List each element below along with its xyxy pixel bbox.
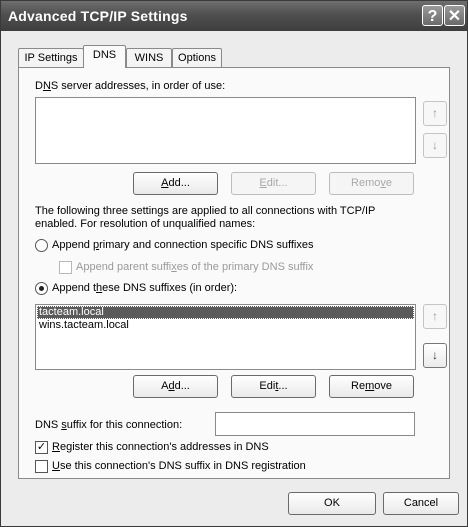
help-button[interactable]: ?	[422, 5, 443, 26]
arrow-down-icon: ↓	[432, 348, 438, 362]
title-bar: Advanced TCP/IP Settings ? ✕	[1, 1, 467, 31]
cancel-button[interactable]: Cancel	[383, 492, 459, 515]
tab-ip-settings[interactable]: IP Settings	[18, 48, 84, 67]
checkbox-use-suffix-label: Use this connection's DNS suffix in DNS …	[52, 460, 306, 472]
tab-label: WINS	[134, 52, 164, 64]
checkbox-register-label: Register this connection's addresses in …	[52, 441, 269, 453]
tab-dns[interactable]: DNS	[83, 45, 126, 68]
checkbox-append-parent-suffixes[interactable]	[59, 261, 72, 274]
dns-server-down-button[interactable]: ↓	[423, 133, 447, 158]
help-icon: ?	[427, 8, 438, 25]
dns-add-button[interactable]: Add...	[133, 172, 218, 195]
arrow-down-icon: ↓	[432, 138, 438, 152]
close-button[interactable]: ✕	[444, 5, 465, 26]
info-text-line-2: enabled. For resolution of unqualified n…	[35, 218, 256, 230]
radio-selected-dot	[39, 286, 44, 291]
dialog-window: Advanced TCP/IP Settings ? ✕ IP Settings…	[0, 0, 468, 527]
dns-suffix-connection-label: DNS suffix for this connection:	[35, 419, 183, 431]
radio-append-these-label: Append these DNS suffixes (in order):	[52, 282, 238, 294]
tab-label: IP Settings	[24, 52, 78, 64]
tab-label: Options	[178, 52, 216, 64]
window-title: Advanced TCP/IP Settings	[8, 8, 188, 24]
checkmark-icon: ✓	[36, 441, 47, 453]
dns-tab-panel: DNS server addresses, in order of use: ↑…	[18, 67, 450, 479]
close-icon: ✕	[447, 8, 462, 25]
dns-remove-button[interactable]: Remove	[329, 172, 414, 195]
radio-append-primary[interactable]	[35, 239, 48, 252]
dns-servers-list[interactable]	[35, 97, 416, 164]
checkbox-append-parent-label: Append parent suffixes of the primary DN…	[76, 261, 314, 273]
suffix-edit-button[interactable]: Edit...	[231, 375, 316, 398]
tab-label: DNS	[92, 49, 117, 61]
list-item[interactable]: wins.tacteam.local	[37, 319, 414, 332]
suffix-down-button[interactable]: ↓	[423, 343, 447, 368]
suffix-remove-button[interactable]: Remove	[329, 375, 414, 398]
tab-wins[interactable]: WINS	[126, 48, 172, 67]
info-text-line-1: The following three settings are applied…	[35, 205, 376, 217]
tab-options[interactable]: Options	[172, 48, 222, 67]
suffix-up-button[interactable]: ↑	[423, 304, 447, 329]
checkbox-register-addresses[interactable]: ✓	[35, 441, 48, 454]
suffix-add-button[interactable]: Add...	[133, 375, 218, 398]
arrow-up-icon: ↑	[432, 106, 438, 120]
ok-button[interactable]: OK	[288, 492, 376, 515]
dns-suffix-connection-input[interactable]	[215, 412, 415, 436]
dns-suffixes-list[interactable]: tacteam.local wins.tacteam.local	[35, 304, 416, 370]
arrow-up-icon: ↑	[432, 309, 438, 323]
radio-append-these-suffixes[interactable]	[35, 282, 48, 295]
dns-servers-label: DNS server addresses, in order of use:	[35, 80, 226, 92]
dns-server-up-button[interactable]: ↑	[423, 101, 447, 126]
list-item[interactable]: tacteam.local	[37, 306, 414, 319]
checkbox-use-suffix-registration[interactable]	[35, 460, 48, 473]
dns-edit-button[interactable]: Edit...	[231, 172, 316, 195]
radio-append-primary-label: Append primary and connection specific D…	[52, 239, 314, 251]
